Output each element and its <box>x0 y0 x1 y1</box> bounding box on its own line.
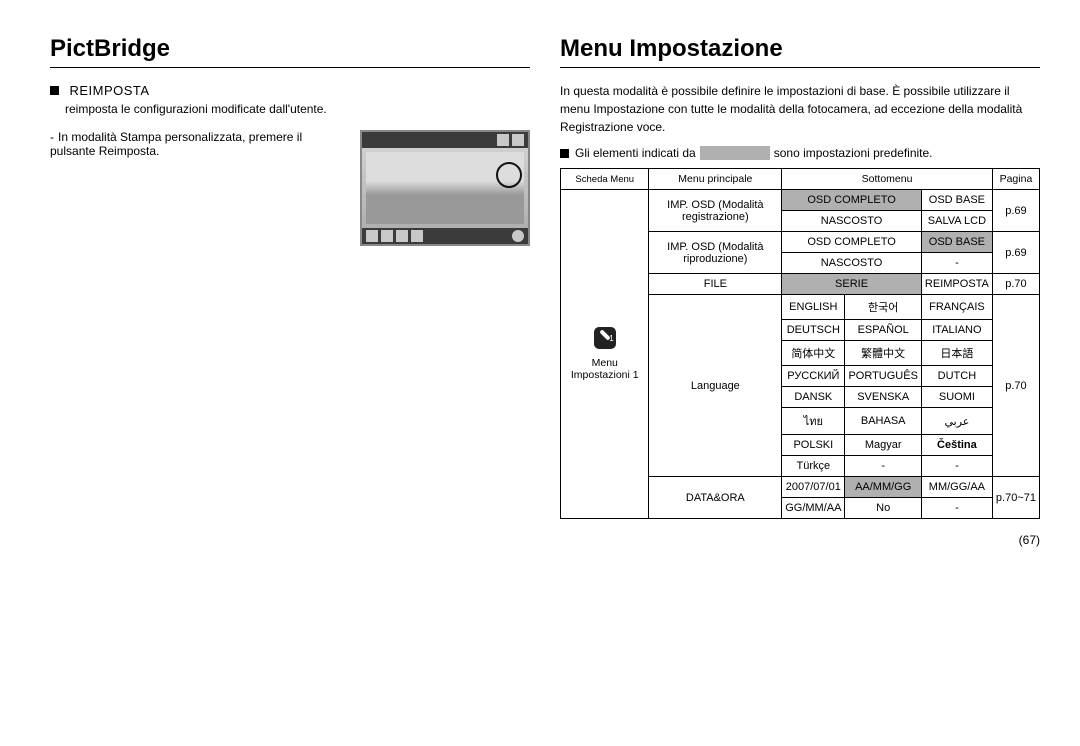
left-column: PictBridge REIMPOSTA reimposta le config… <box>50 35 530 519</box>
page-number: (67) <box>0 533 1040 547</box>
lang: Magyar <box>845 435 921 456</box>
lang: عربي <box>921 408 992 435</box>
col-principale: Menu principale <box>649 169 782 190</box>
page-ref: p.69 <box>992 190 1039 232</box>
lang: Türkçe <box>782 456 845 477</box>
submenu: OSD BASE <box>921 232 992 253</box>
submenu: 2007/07/01 <box>782 477 845 498</box>
lang: Čeština <box>921 435 992 456</box>
mode-icon <box>396 230 408 242</box>
lang: SVENSKA <box>845 387 921 408</box>
lang: 한국어 <box>845 295 921 320</box>
section-header: REIMPOSTA <box>50 82 530 100</box>
lang: BAHASA <box>845 408 921 435</box>
right-title: Menu Impostazione <box>560 35 1040 63</box>
submenu: No <box>845 498 921 519</box>
right-column: Menu Impostazione In questa modalità è p… <box>560 35 1040 519</box>
lang: FRANÇAIS <box>921 295 992 320</box>
settings-table: Scheda Menu Menu principale Sottomenu Pa… <box>560 168 1040 519</box>
table-row: Menu Impostazioni 1 IMP. OSD (Modalità r… <box>561 190 1040 211</box>
lang: DANSK <box>782 387 845 408</box>
submenu: OSD BASE <box>921 190 992 211</box>
submenu: SALVA LCD <box>921 211 992 232</box>
lang: SUOMI <box>921 387 992 408</box>
lang: ITALIANO <box>921 320 992 341</box>
lang: DEUTSCH <box>782 320 845 341</box>
page-ref: p.70 <box>992 295 1039 477</box>
submenu: - <box>921 253 992 274</box>
mode-icon <box>411 230 423 242</box>
print-icon <box>512 134 524 146</box>
flash-icon <box>497 134 509 146</box>
legend-before: Gli elementi indicati da <box>575 146 696 160</box>
divider <box>560 67 1040 68</box>
section-desc: reimposta le configurazioni modificate d… <box>65 102 530 116</box>
section-title: REIMPOSTA <box>69 83 149 98</box>
ok-ring-icon <box>496 162 522 188</box>
default-swatch-icon <box>700 146 770 160</box>
legend: Gli elementi indicati da sono impostazio… <box>560 146 1040 160</box>
submenu: GG/MM/AA <box>782 498 845 519</box>
submenu: NASCOSTO <box>782 211 922 232</box>
left-title: PictBridge <box>50 35 530 63</box>
lang: ESPAÑOL <box>845 320 921 341</box>
square-bullet-icon <box>50 86 59 95</box>
submenu: OSD COMPLETO <box>782 232 922 253</box>
lang: ไทย <box>782 408 845 435</box>
divider <box>50 67 530 68</box>
square-bullet-icon <box>560 149 569 158</box>
menu-principale: IMP. OSD (Modalità riproduzione) <box>649 232 782 274</box>
menu-principale: Language <box>649 295 782 477</box>
col-sottomenu: Sottomenu <box>782 169 993 190</box>
submenu: - <box>921 498 992 519</box>
intro-text: In questa modalità è possibile definire … <box>560 82 1040 136</box>
lang: - <box>845 456 921 477</box>
settings-badge-icon <box>594 327 616 349</box>
lang: - <box>921 456 992 477</box>
menu-icon <box>366 230 378 242</box>
page-ref: p.70~71 <box>992 477 1039 519</box>
lang: 简体中文 <box>782 341 845 366</box>
lang: PORTUGUÊS <box>845 366 921 387</box>
submenu: NASCOSTO <box>782 253 922 274</box>
lang: 日本語 <box>921 341 992 366</box>
tab-cell: Menu Impostazioni 1 <box>561 190 649 519</box>
submenu: SERIE <box>782 274 922 295</box>
lang: POLSKI <box>782 435 845 456</box>
lang: ENGLISH <box>782 295 845 320</box>
tab-label: Menu Impostazioni 1 <box>564 357 645 381</box>
lang: РУССКИЙ <box>782 366 845 387</box>
lang: DUTCH <box>921 366 992 387</box>
page-ref: p.69 <box>992 232 1039 274</box>
col-pagina: Pagina <box>992 169 1039 190</box>
page-ref: p.70 <box>992 274 1039 295</box>
mode-icon <box>381 230 393 242</box>
submenu: OSD COMPLETO <box>782 190 922 211</box>
submenu: MM/GG/AA <box>921 477 992 498</box>
submenu: REIMPOSTA <box>921 274 992 295</box>
col-scheda: Scheda Menu <box>561 169 649 190</box>
submenu: AA/MM/GG <box>845 477 921 498</box>
menu-principale: DATA&ORA <box>649 477 782 519</box>
menu-principale: FILE <box>649 274 782 295</box>
table-header-row: Scheda Menu Menu principale Sottomenu Pa… <box>561 169 1040 190</box>
play-icon <box>512 230 524 242</box>
lang: 繁體中文 <box>845 341 921 366</box>
menu-principale: IMP. OSD (Modalità registrazione) <box>649 190 782 232</box>
legend-after: sono impostazioni predefinite. <box>774 146 933 160</box>
camera-lcd-thumbnail <box>360 130 530 246</box>
dash-icon: - <box>50 130 54 144</box>
bullet-text: -In modalità Stampa personalizzata, prem… <box>50 130 350 158</box>
